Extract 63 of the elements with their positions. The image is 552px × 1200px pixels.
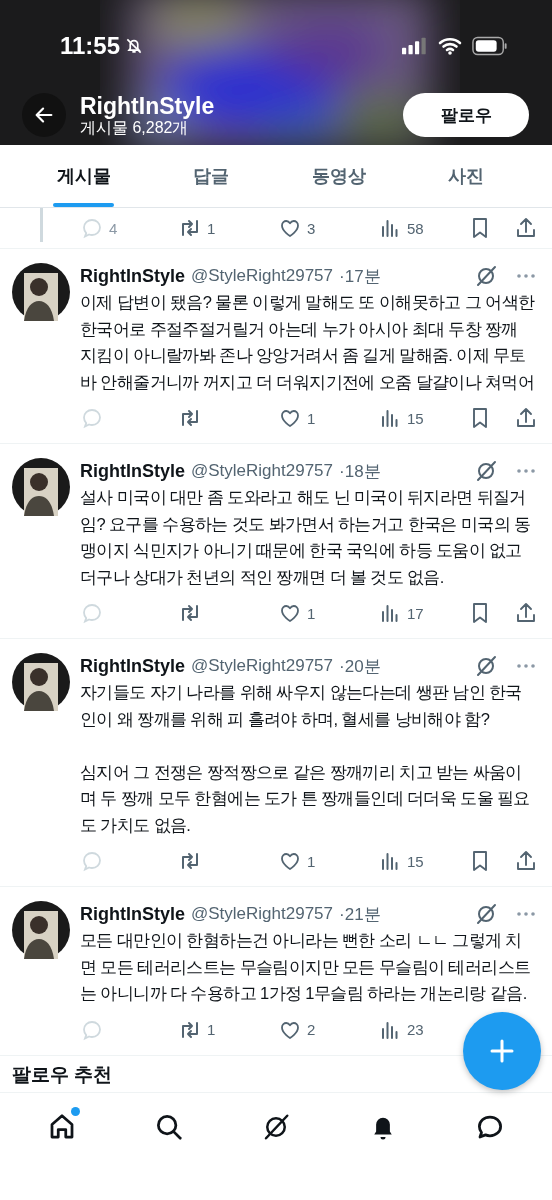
repost-button[interactable]: 1	[178, 216, 216, 240]
grok-icon[interactable]	[474, 459, 498, 483]
share-button[interactable]	[514, 406, 538, 430]
author-handle: @StyleRight29757	[191, 461, 334, 481]
tab[interactable]: 사진	[402, 145, 530, 207]
battery-icon	[472, 36, 508, 56]
post-text: 이제 답변이 됐음? 물론 이렇게 말해도 또 이해못하고 그 어색한 한국어로 주절주절거릴거 아는데 누가 아시아 최대 두창 짱깨 지킴이 아니랄까봐 존나 앙앙거려서 좀 길게 말해줌. 이제 무토바 안해줄거니까 꺼지고 더 더워지기전에 오줌 달걀이나 쳐먹어	[80, 292, 536, 393]
post-text: 자기들도 자기 나라를 위해 싸우지 않는다는데 쌩판 남인 한국인이 왜 짱깨를 위해 피 흘려야 하며, 혈세를 낭비해야 함? 심지어 그 전쟁은 짱적짱으로 같은 짱깨끼리 치고 받는 싸움이며 두 짱깨 모두 한혐에는 도가 튼 짱깨들인데 더더욱 도울 필요도 가치도 없음.	[80, 682, 531, 836]
avatar	[12, 901, 70, 959]
author-name: RightInStyle	[80, 655, 185, 677]
views-button[interactable]: 17	[378, 601, 424, 625]
tab[interactable]: 답글	[147, 145, 275, 207]
post-time: ·18분	[339, 460, 381, 483]
post-time: ·20분	[339, 655, 381, 678]
avatar	[12, 653, 70, 711]
author-name: RightInStyle	[80, 460, 185, 482]
thread-line	[40, 208, 43, 242]
avatar	[12, 458, 70, 516]
follow-button[interactable]: 팔로우	[403, 93, 529, 137]
post-text: 설사 미국이 대만 좀 도와라고 해도 닌 미국이 뒤지라면 뒤질거임? 요구를 수용하는 것도 봐가면서 하는거고 한국은 미국의 동맹이지 식민지가 아니기 때문에 한국 국익에 하등 도움이 없고 더구나 상대가 천년의 적인 짱깨면 더 볼 것도 없음.	[80, 487, 532, 588]
wifi-icon	[438, 37, 462, 55]
compose-button[interactable]	[463, 1012, 541, 1090]
profile-name: RightInStyle	[80, 93, 216, 119]
author-handle: @StyleRight29757	[191, 904, 334, 924]
signal-icon	[402, 37, 428, 55]
author-handle: @StyleRight29757	[191, 656, 334, 676]
tab[interactable]: 게시물	[20, 145, 148, 207]
post-count: 게시물 6,282개	[80, 119, 190, 137]
share-icon	[514, 406, 538, 430]
post-time: ·21분	[339, 903, 381, 926]
post-time: ·17분	[339, 265, 381, 288]
share-icon	[514, 849, 538, 873]
share-icon	[514, 601, 538, 625]
speech-bubble-icon	[80, 601, 104, 625]
grok-icon[interactable]	[474, 264, 498, 288]
repost-button[interactable]: 1	[178, 1017, 216, 1042]
post-text: 모든 대만인이 한혐하는건 아니라는 뻔한 소리 ㄴㄴ 그렇게 치면 모든 테러리스트는 무슬림이지만 모든 무슬림이 테러리스트는 아니니까 다 수용하고 1가정 1무슬림 하라는 개논리랑 같음.	[80, 930, 532, 1004]
speech-bubble-icon	[80, 849, 104, 873]
like-button[interactable]: 1	[278, 849, 316, 873]
grok-icon[interactable]	[474, 902, 498, 926]
speech-bubble-icon	[80, 406, 104, 430]
like-button[interactable]: 1	[278, 601, 316, 625]
avatar	[12, 263, 70, 321]
active-tab-indicator	[53, 203, 115, 207]
like-button[interactable]: 2	[278, 1017, 316, 1042]
like-button[interactable]: 1	[278, 406, 316, 430]
share-button[interactable]	[514, 216, 538, 240]
status-time: 11:55	[60, 32, 121, 60]
views-button[interactable]: 58	[378, 216, 424, 240]
tab[interactable]: 동영상	[275, 145, 403, 207]
share-button[interactable]	[514, 601, 538, 625]
views-button[interactable]: 23	[378, 1017, 424, 1042]
section-heading: 팔로우 추천	[12, 1063, 113, 1085]
like-button[interactable]: 3	[278, 216, 316, 240]
author-name: RightInStyle	[80, 903, 185, 925]
author-handle: @StyleRight29757	[191, 266, 334, 286]
grok-icon[interactable]	[474, 654, 498, 678]
share-button[interactable]	[514, 849, 538, 873]
author-name: RightInStyle	[80, 265, 185, 287]
speech-bubble-icon	[80, 216, 104, 240]
share-icon	[514, 216, 538, 240]
views-button[interactable]: 15	[378, 406, 424, 430]
views-button[interactable]: 15	[378, 849, 424, 873]
